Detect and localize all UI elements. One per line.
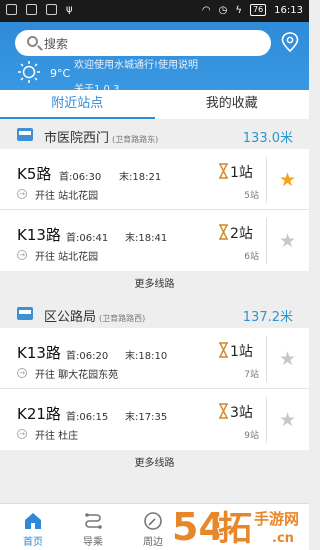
hourglass-icon [219,403,228,419]
route-row[interactable]: K13路 首:06:41 末:18:41 → 开往 站北花园 2站 6站 ★ [0,210,309,271]
route-row[interactable]: K21路 首:06:15 末:17:35 → 开往 杜庄 3站 9站 ★ [0,389,309,450]
station-distance: 137.2米 [242,310,293,325]
bus-stop-icon [17,307,33,320]
station-header[interactable]: 市医院西门 (卫育路路东) 133.0米 [0,119,309,149]
station-name: 市医院西门 (卫育路路东) [44,131,159,146]
route-name: K13路 [17,344,61,362]
divider [266,336,267,382]
station-sub: (卫育路路西) [99,314,146,323]
stops-away: 2站 [230,226,253,242]
clock: 16:13 [274,4,303,16]
route-row[interactable]: K5路 首:06:30 末:18:21 → 开往 站北花园 1站 5站 ★ [0,149,309,210]
first-bus-time: 首:06:20 [66,351,109,362]
stop-count: 7站 [244,370,259,380]
route-name: K5路 [17,165,52,183]
search-icon [27,36,38,47]
battery-level: 76 [249,4,267,16]
status-bar: ψ ◠ ◷ ϟ 76 16:13 [0,0,309,22]
station-sub: (卫育路路东) [112,135,159,144]
nav-label: 周边 [143,537,163,548]
shield-icon [26,4,37,15]
alarm-icon: ◷ [218,4,228,16]
more-routes-button[interactable]: 更多线路 [0,450,309,477]
last-bus-time: 末:18:21 [119,172,162,183]
divider [266,397,267,443]
favorite-star-icon[interactable]: ★ [279,171,296,190]
nav-label: 导乘 [83,537,103,548]
last-bus-time: 末:17:35 [125,412,168,423]
first-bus-time: 首:06:15 [66,412,109,423]
tab-nearby-stations[interactable]: 附近站点 [0,90,155,119]
divider [266,218,267,264]
route-direction: 开往 站北花园 [35,191,99,202]
notice-marquee-2: 关于1.0.3 [74,84,120,90]
direction-arrow-icon: → [17,368,27,378]
svg-text:拓: 拓 [218,509,252,549]
nav-nearby[interactable]: 周边 [128,504,178,548]
nav-route-planner[interactable]: 导乘 [68,504,118,548]
route-direction: 开往 聊大花园东苑 [35,370,119,381]
wifi-icon: ◠ [201,4,211,16]
direction-arrow-icon: → [17,250,27,260]
temperature: 9°C [50,67,71,80]
nav-home[interactable]: 首页 [8,504,58,548]
direction-arrow-icon: → [17,429,27,439]
favorite-star-icon[interactable]: ★ [279,232,296,251]
last-bus-time: 末:18:10 [125,351,168,362]
route-icon [85,513,102,529]
image-icon [46,4,57,15]
svg-text:54: 54 [172,505,225,549]
station-list: 市医院西门 (卫育路路东) 133.0米 K5路 首:06:30 末:18:21 … [0,119,309,503]
search-placeholder: 搜索 [44,37,69,51]
stop-count: 6站 [244,252,259,262]
usb-icon: ψ [66,4,73,15]
route-direction: 开往 站北花园 [35,252,99,263]
nav-label: 首页 [23,537,43,548]
route-name: K13路 [17,226,61,244]
nearby-icon [144,512,162,530]
first-bus-time: 首:06:30 [59,172,102,183]
location-pin-icon[interactable] [279,31,301,53]
route-name: K21路 [17,405,61,423]
home-icon [25,513,41,529]
divider [266,157,267,203]
last-bus-time: 末:18:41 [125,233,168,244]
more-routes-button[interactable]: 更多线路 [0,271,309,298]
direction-arrow-icon: → [17,189,27,199]
notification-icon [6,4,17,15]
stop-count: 9站 [244,431,259,441]
hourglass-icon [219,163,228,179]
search-input[interactable]: 搜索 [15,30,271,56]
route-row[interactable]: K13路 首:06:20 末:18:10 → 开往 聊大花园东苑 1站 7站 ★ [0,328,309,389]
charging-icon: ϟ [235,4,242,16]
favorite-star-icon[interactable]: ★ [279,350,296,369]
svg-text:.cn: .cn [272,531,294,546]
svg-text:手游网: 手游网 [254,510,299,528]
tab-bar: 附近站点 我的收藏 [0,90,309,119]
header: 欢迎使用水城通行!使用说明 搜索 9°C 关于1.0.3 [0,22,309,90]
favorite-star-icon[interactable]: ★ [279,411,296,430]
stops-away: 1站 [230,165,253,181]
route-direction: 开往 杜庄 [35,431,79,442]
stops-away: 1站 [230,344,253,360]
tab-favorites[interactable]: 我的收藏 [155,90,310,119]
bus-stop-icon [17,128,33,141]
watermark-logo: 54 拓 手游网 .cn [172,498,309,550]
notice-marquee[interactable]: 欢迎使用水城通行!使用说明 [74,56,198,71]
stops-away: 3站 [230,405,253,421]
first-bus-time: 首:06:41 [66,233,109,244]
station-header[interactable]: 区公路局 (卫育路路西) 137.2米 [0,298,309,328]
station-distance: 133.0米 [242,131,293,146]
stop-count: 5站 [244,191,259,201]
hourglass-icon [219,342,228,358]
station-name: 区公路局 (卫育路路西) [44,310,146,325]
hourglass-icon [219,224,228,240]
sun-icon [18,61,40,83]
